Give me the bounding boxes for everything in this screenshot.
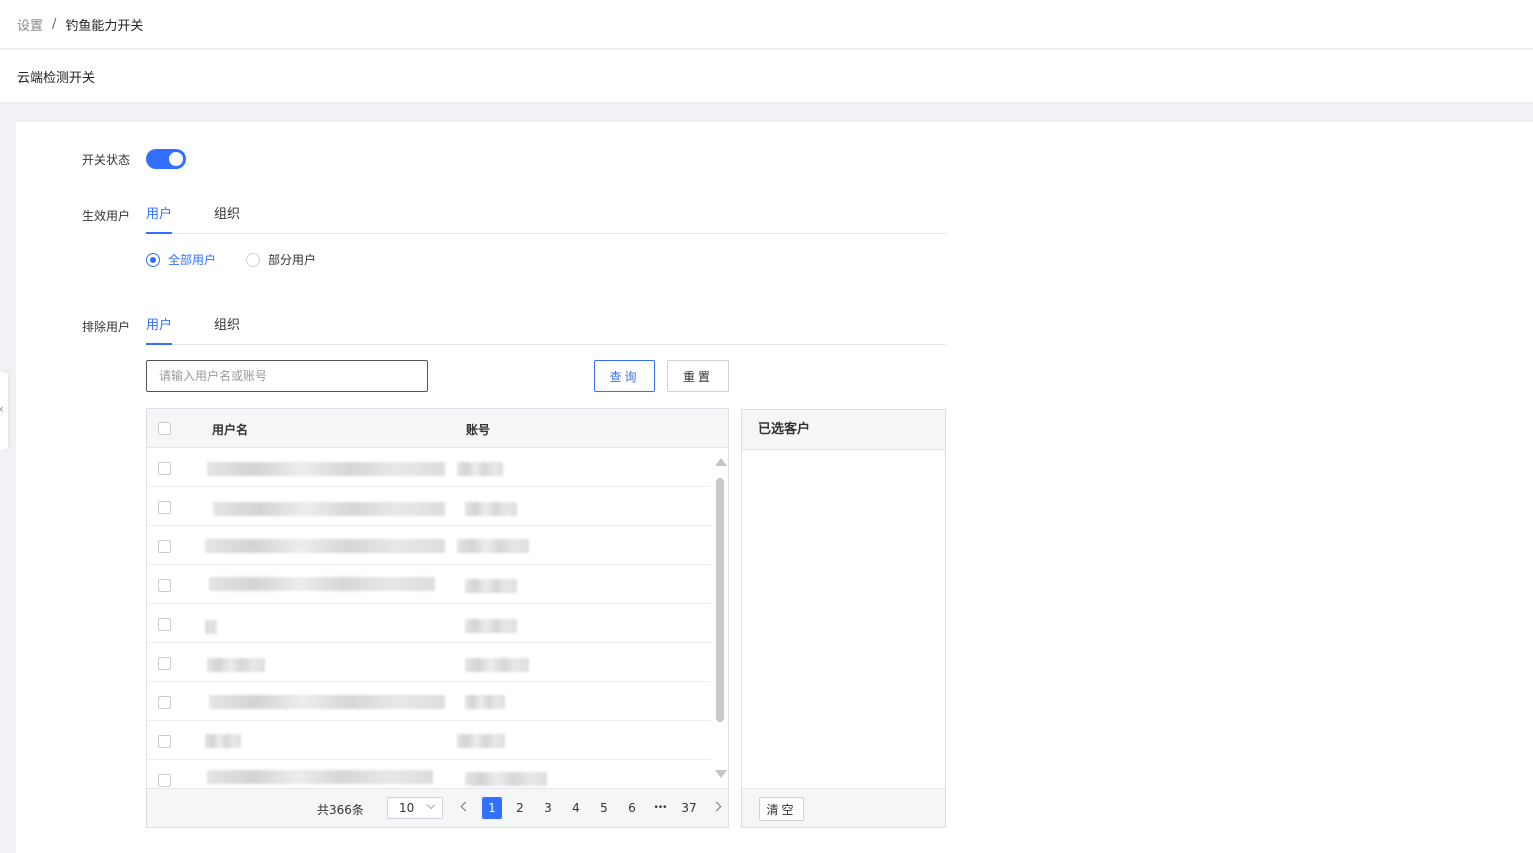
redacted-account	[465, 619, 517, 633]
sidebar-collapse-handle[interactable]: ‹	[0, 372, 8, 450]
row-checkbox[interactable]	[158, 735, 171, 748]
scroll-up-icon[interactable]	[715, 458, 727, 466]
row-checkbox[interactable]	[158, 501, 171, 514]
page-37[interactable]: 37	[677, 797, 701, 819]
search-input[interactable]	[146, 360, 428, 392]
table-row[interactable]	[147, 565, 711, 604]
effective-users-label: 生效用户	[82, 209, 131, 223]
clear-button[interactable]: 清空	[759, 797, 804, 821]
query-button[interactable]: 查询	[594, 360, 655, 392]
table-row[interactable]	[147, 604, 711, 643]
radio-all-users-label: 全部用户	[168, 253, 217, 267]
table-header: 用户名 账号	[147, 409, 728, 448]
table-row[interactable]	[147, 448, 711, 487]
status-toggle[interactable]	[146, 149, 186, 169]
breadcrumb-parent[interactable]: 设置	[17, 15, 43, 34]
redacted-account	[457, 734, 505, 748]
user-table: 用户名 账号 共366条 10 1 2 3 4 5 6 ••• 37	[146, 408, 729, 828]
row-checkbox[interactable]	[158, 618, 171, 631]
breadcrumb-current: 钓鱼能力开关	[65, 18, 144, 34]
redacted-username	[207, 658, 265, 672]
page-6[interactable]: 6	[622, 797, 642, 819]
table-row[interactable]	[147, 682, 711, 721]
select-all-checkbox[interactable]	[158, 422, 171, 435]
redacted-username	[205, 539, 445, 553]
radio-dot	[246, 252, 260, 267]
redacted-account	[465, 658, 529, 672]
tab-effective-user[interactable]: 用户	[146, 204, 173, 234]
redacted-username	[207, 462, 445, 476]
table-row[interactable]	[147, 721, 711, 760]
page-3[interactable]: 3	[538, 797, 558, 819]
tab-excluded-org[interactable]: 组织	[214, 315, 240, 345]
page-5[interactable]: 5	[594, 797, 614, 819]
column-header-account: 账号	[466, 423, 491, 437]
breadcrumb-separator: /	[52, 16, 57, 32]
selected-customers-panel: 已选客户 清空	[741, 409, 946, 828]
chevron-down-icon	[426, 800, 436, 810]
redacted-username	[209, 577, 435, 591]
tab-excluded-user[interactable]: 用户	[146, 315, 173, 345]
selected-customers-footer: 清空	[742, 788, 945, 827]
excluded-users-tabs: 用户 组织	[146, 315, 946, 345]
page-1[interactable]: 1	[482, 797, 502, 819]
radio-dot	[146, 252, 160, 267]
chevron-left-icon: ‹	[0, 403, 4, 415]
row-checkbox[interactable]	[158, 657, 171, 670]
row-checkbox[interactable]	[158, 696, 171, 709]
total-count: 共366条	[317, 803, 364, 817]
page-size-select[interactable]: 10	[387, 797, 443, 819]
next-page-icon[interactable]	[711, 801, 722, 812]
page-4[interactable]: 4	[566, 797, 586, 819]
table-row[interactable]	[147, 526, 711, 565]
radio-partial-users[interactable]: 部分用户	[246, 251, 316, 268]
table-body	[147, 448, 711, 788]
pagination: 共366条 10 1 2 3 4 5 6 ••• 37	[147, 788, 728, 827]
table-row[interactable]	[147, 487, 711, 526]
page-size-value: 10	[399, 801, 415, 815]
row-checkbox[interactable]	[158, 774, 171, 787]
excluded-users-label: 排除用户	[82, 320, 131, 334]
table-row[interactable]	[147, 760, 711, 788]
section-title: 云端检测开关	[17, 70, 96, 86]
reset-button[interactable]: 重置	[667, 360, 729, 392]
row-checkbox[interactable]	[158, 579, 171, 592]
radio-all-users[interactable]: 全部用户	[146, 251, 216, 268]
redacted-account	[465, 502, 517, 516]
page-2[interactable]: 2	[510, 797, 530, 819]
prev-page-icon[interactable]	[460, 801, 471, 812]
selected-customers-title: 已选客户	[742, 410, 945, 450]
redacted-account	[457, 539, 529, 553]
toggle-knob	[169, 152, 183, 166]
redacted-account	[465, 772, 547, 786]
tab-effective-org[interactable]: 组织	[214, 204, 240, 234]
redacted-account	[465, 695, 505, 709]
breadcrumb: 设置 / 钓鱼能力开关	[0, 0, 1533, 49]
switch-label: 开关状态	[82, 153, 131, 167]
redacted-username	[205, 620, 217, 634]
scroll-down-icon[interactable]	[715, 770, 727, 778]
table-scrollbar[interactable]	[712, 448, 728, 788]
row-checkbox[interactable]	[158, 540, 171, 553]
table-row[interactable]	[147, 643, 711, 682]
effective-users-tabs: 用户 组织	[146, 204, 946, 234]
radio-partial-users-label: 部分用户	[268, 253, 317, 267]
redacted-account	[457, 462, 503, 476]
section-title-bar: 云端检测开关	[0, 50, 1533, 102]
redacted-username	[207, 770, 433, 784]
scroll-thumb[interactable]	[716, 478, 724, 722]
column-header-username: 用户名	[212, 423, 249, 437]
redacted-account	[465, 579, 517, 593]
page-ellipsis[interactable]: •••	[650, 797, 670, 819]
redacted-username	[205, 734, 241, 748]
redacted-username	[209, 695, 445, 709]
redacted-username	[213, 502, 445, 516]
row-checkbox[interactable]	[158, 462, 171, 475]
